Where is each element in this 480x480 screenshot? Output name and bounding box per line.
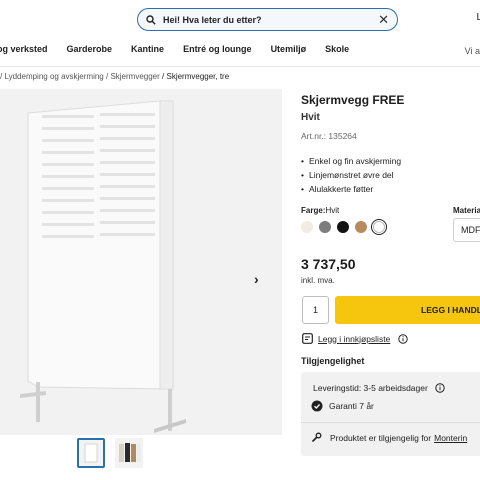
info-icon[interactable] xyxy=(435,383,445,393)
color-label: Farge:Hvit xyxy=(301,206,339,215)
shield-icon xyxy=(311,400,323,412)
swatch-grey[interactable] xyxy=(319,221,331,233)
availability-heading: Tilgjengelighet xyxy=(301,356,365,366)
wishlist-link[interactable]: Legg i innkjøpsliste xyxy=(302,333,408,344)
chevron-right-icon[interactable]: › xyxy=(254,271,259,287)
wishlist-label[interactable]: Legg i innkjøpsliste xyxy=(318,334,390,344)
divider xyxy=(0,66,480,67)
category-nav: og verksted Garderobe Kantine Entré og l… xyxy=(0,44,368,60)
list-item: Alulakkerte føtter xyxy=(301,182,401,196)
breadcrumb-item[interactable]: / Lyddemping og avskjerming xyxy=(0,72,104,81)
list-add-icon xyxy=(302,333,313,344)
nav-item-skole[interactable]: Skole xyxy=(325,44,349,60)
material-label: Materia xyxy=(453,206,480,215)
breadcrumb-current: / Skjermvegger, tre xyxy=(162,72,230,81)
quantity-input[interactable]: 1 xyxy=(302,296,329,324)
info-icon[interactable] xyxy=(398,333,408,344)
login-link[interactable]: L xyxy=(476,12,480,23)
feature-list: Enkel og fin avskjerming Linjemønstret ø… xyxy=(301,154,401,196)
top-bar: Hei! Hva leter du etter? ✕ L xyxy=(0,0,480,38)
mounting-link[interactable]: Monterin xyxy=(434,433,467,443)
delivery-text: Leveringstid: 3-5 arbeidsdager xyxy=(313,383,428,393)
color-value: Hvit xyxy=(325,206,340,215)
swatch-beige[interactable] xyxy=(301,221,313,233)
breadcrumb: / Lyddemping og avskjerming / Skjermvegg… xyxy=(0,72,229,81)
product-title: Skjermvegg FREE xyxy=(301,93,405,107)
search-icon xyxy=(146,14,156,25)
product-color-name: Hvit xyxy=(301,112,320,123)
nav-right-link[interactable]: Vi a xyxy=(465,46,480,56)
search-bar[interactable]: Hei! Hva leter du etter? ✕ xyxy=(137,8,398,31)
warranty-text: Garanti 7 år xyxy=(329,401,374,411)
thumbnail-1[interactable] xyxy=(77,438,105,468)
search-input[interactable]: Hei! Hva leter du etter? xyxy=(163,15,378,25)
list-item: Enkel og fin avskjerming xyxy=(301,154,401,168)
add-to-cart-button[interactable]: LEGG I HANDL xyxy=(335,296,480,324)
breadcrumb-item[interactable]: / Skjermvegger xyxy=(106,72,160,81)
nav-item-verksted[interactable]: og verksted xyxy=(0,44,48,60)
product-gallery[interactable] xyxy=(0,89,282,435)
mounting-text: Produktet er tilgjengelig for xyxy=(330,432,432,443)
close-icon[interactable]: ✕ xyxy=(378,13,389,26)
nav-item-garderobe[interactable]: Garderobe xyxy=(67,44,113,60)
price: 3 737,50 xyxy=(301,256,356,272)
article-number: Art.nr.: 135264 xyxy=(301,131,357,141)
nav-item-entre[interactable]: Entré og lounge xyxy=(183,44,252,60)
swatch-black[interactable] xyxy=(337,221,349,233)
warranty: Garanti 7 år xyxy=(311,400,374,412)
delivery-time: Leveringstid: 3-5 arbeidsdager xyxy=(313,383,445,393)
nav-item-utemiljo[interactable]: Utemiljø xyxy=(271,44,307,60)
vat-label: inkl. mva. xyxy=(301,276,335,285)
list-item: Linjemønstret øvre del xyxy=(301,168,401,182)
divider xyxy=(301,422,480,423)
thumbnail-2[interactable] xyxy=(115,438,143,468)
nav-item-kantine[interactable]: Kantine xyxy=(131,44,164,60)
color-swatches xyxy=(301,218,391,236)
material-select[interactable]: MDF xyxy=(453,218,480,242)
mounting-info: Produktet er tilgjengelig for Monterin xyxy=(311,432,467,443)
product-image xyxy=(20,100,186,433)
swatch-white[interactable] xyxy=(370,218,388,236)
color-label-text: Farge: xyxy=(301,206,326,215)
wrench-icon xyxy=(311,432,322,443)
swatch-wood[interactable] xyxy=(355,221,367,233)
